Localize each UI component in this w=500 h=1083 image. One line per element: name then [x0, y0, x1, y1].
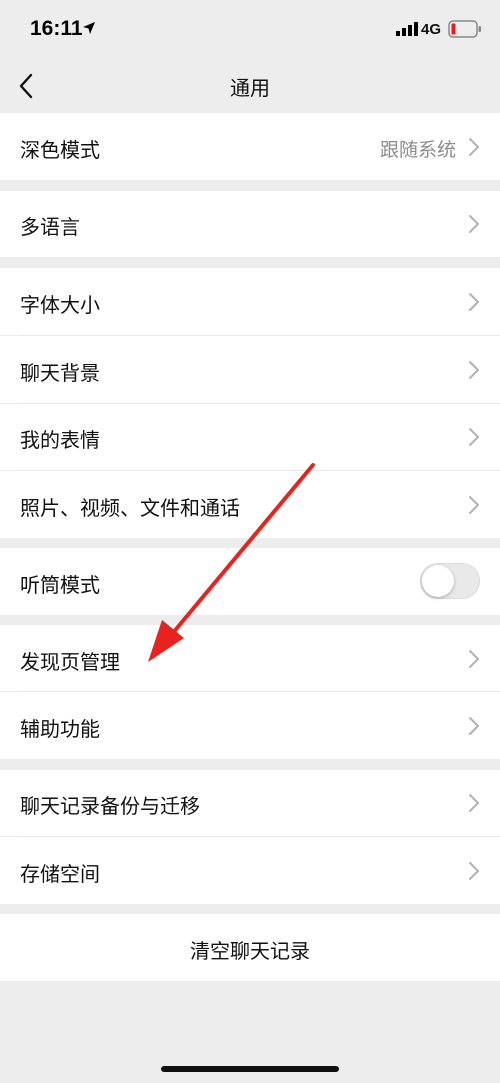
setting-row-media-files[interactable]: 照片、视频、文件和通话 — [0, 471, 500, 538]
chevron-right-icon — [469, 428, 479, 446]
setting-row-discover-management[interactable]: 发现页管理 — [0, 625, 500, 691]
setting-row-storage[interactable]: 存储空间 — [0, 837, 500, 904]
chevron-right-icon — [469, 361, 479, 379]
chevron-right-icon — [469, 293, 479, 311]
setting-row-font-size[interactable]: 字体大小 — [0, 268, 500, 335]
setting-row-language[interactable]: 多语言 — [0, 191, 500, 257]
chevron-right-icon — [469, 794, 479, 812]
chevron-right-icon — [469, 862, 479, 880]
battery-icon — [448, 20, 481, 38]
clear-chat-history-button[interactable]: 清空聊天记录 — [0, 914, 500, 981]
chevron-right-icon — [469, 496, 479, 514]
setting-row-accessibility[interactable]: 辅助功能 — [0, 692, 500, 759]
setting-label: 发现页管理 — [20, 650, 120, 674]
setting-label: 聊天背景 — [20, 361, 100, 385]
setting-row-my-stickers[interactable]: 我的表情 — [0, 404, 500, 470]
setting-label: 辅助功能 — [20, 717, 100, 741]
setting-label: 多语言 — [20, 215, 80, 239]
setting-row-dark-mode[interactable]: 深色模式 跟随系统 — [0, 113, 500, 180]
chevron-right-icon — [469, 215, 479, 233]
setting-label: 存储空间 — [20, 862, 100, 886]
toggle-knob — [422, 565, 454, 597]
setting-label: 听筒模式 — [20, 573, 100, 597]
earpiece-mode-toggle[interactable] — [420, 563, 480, 599]
page-title: 通用 — [230, 76, 270, 100]
signal-icon — [396, 22, 418, 36]
clear-chat-history-label: 清空聊天记录 — [190, 939, 310, 963]
status-bar: 16:11 4G — [0, 0, 500, 60]
setting-row-chat-background[interactable]: 聊天背景 — [0, 336, 500, 403]
setting-label: 照片、视频、文件和通话 — [20, 496, 240, 520]
home-indicator — [161, 1066, 339, 1072]
chevron-right-icon — [469, 717, 479, 735]
location-arrow-icon — [83, 22, 95, 34]
network-type: 4G — [421, 21, 442, 38]
status-time: 16:11 — [30, 17, 83, 40]
chevron-right-icon — [469, 650, 479, 668]
setting-label: 我的表情 — [20, 428, 100, 452]
setting-row-chat-backup[interactable]: 聊天记录备份与迁移 — [0, 770, 500, 836]
nav-bar: 通用 — [0, 60, 500, 112]
chevron-right-icon — [469, 138, 479, 156]
setting-label: 深色模式 — [20, 138, 100, 162]
setting-row-earpiece-mode: 听筒模式 — [0, 548, 500, 615]
setting-label: 字体大小 — [20, 293, 100, 317]
setting-value: 跟随系统 — [379, 139, 456, 161]
setting-label: 聊天记录备份与迁移 — [20, 794, 200, 818]
